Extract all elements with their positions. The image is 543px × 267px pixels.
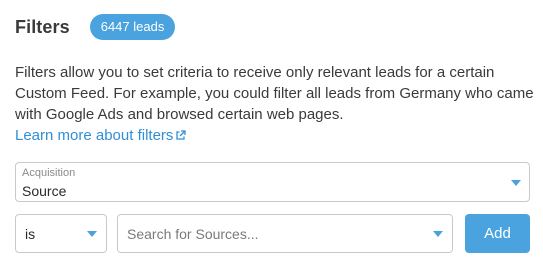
operator-select[interactable]: is [15, 214, 107, 253]
chevron-down-icon[interactable] [511, 180, 521, 186]
external-link-icon [175, 126, 187, 147]
add-button[interactable]: Add [465, 214, 530, 253]
acquisition-source-select[interactable]: Acquisition Source [15, 162, 530, 202]
source-search-placeholder: Search for Sources... [127, 226, 259, 242]
page-title: Filters [15, 16, 70, 37]
filters-description: Filters allow you to set criteria to rec… [15, 62, 535, 147]
operator-value: is [25, 226, 36, 242]
chevron-down-icon[interactable] [433, 231, 443, 237]
filters-header: Filters 6447 leads [15, 12, 176, 42]
learn-more-link[interactable]: Learn more about filters [15, 126, 187, 147]
chevron-down-icon[interactable] [87, 231, 97, 237]
description-text: Filters allow you to set criteria to rec… [15, 64, 534, 123]
source-search-select[interactable]: Search for Sources... [117, 214, 453, 253]
learn-more-label: Learn more about filters [15, 127, 174, 144]
acquisition-value: Source [22, 183, 67, 199]
leads-count-badge: 6447 leads [89, 14, 176, 40]
acquisition-label: Acquisition [22, 167, 76, 179]
